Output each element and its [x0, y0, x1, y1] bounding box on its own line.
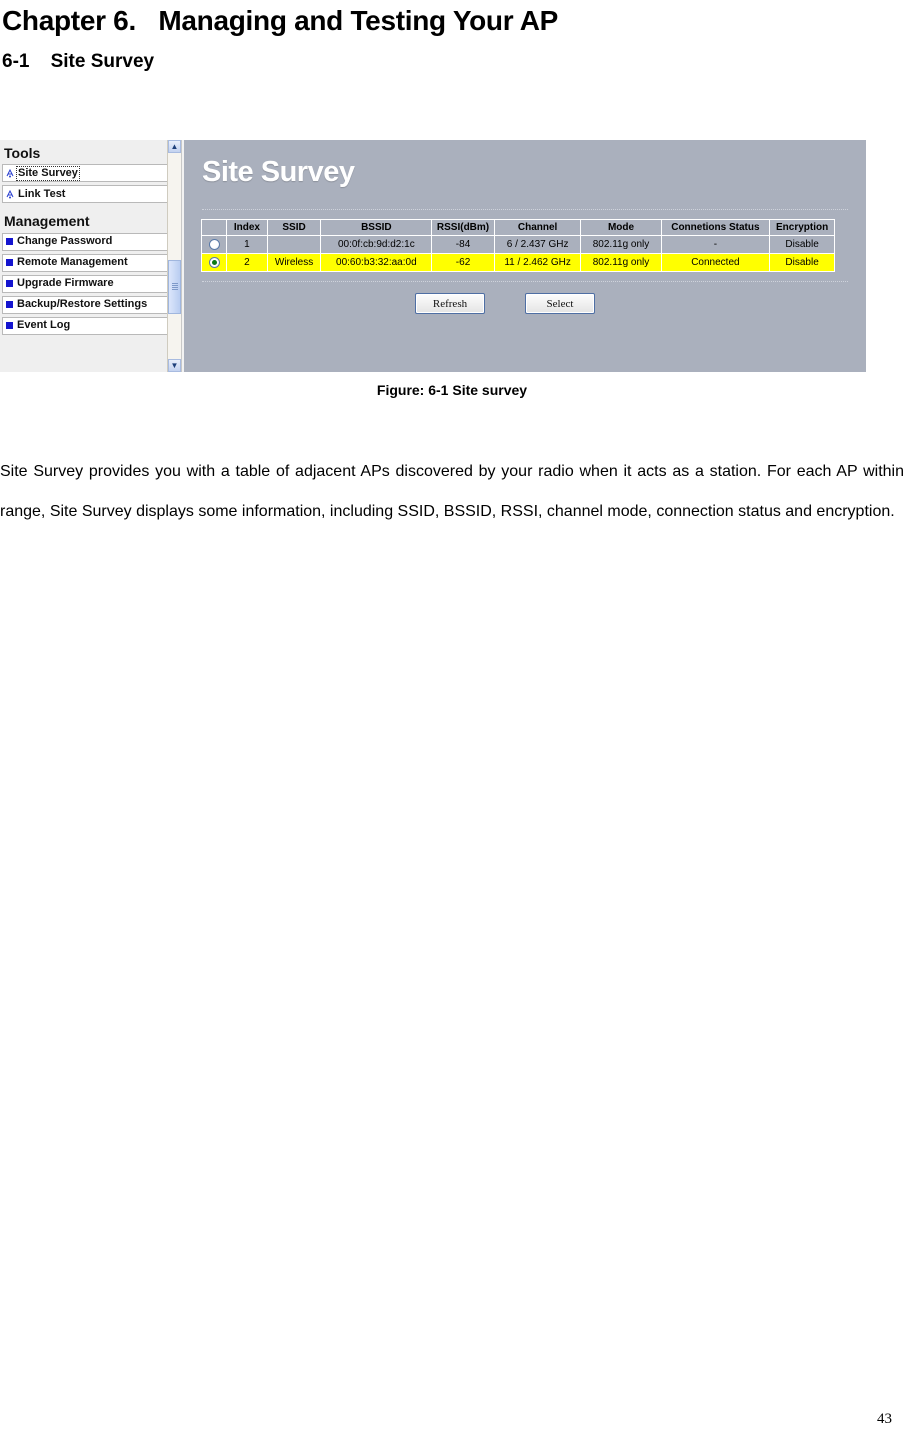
column-header-select [202, 220, 227, 235]
cell-mode: 802.11g only [581, 236, 661, 253]
sidebar-item-site-survey[interactable]: Site Survey [2, 164, 177, 183]
page-title: Site Survey [202, 156, 355, 188]
square-bullet-icon [6, 322, 13, 330]
select-button[interactable]: Select [525, 293, 595, 314]
app-window: Tools Site Survey Link Test Management C… [0, 140, 866, 372]
action-button-row: Refresh Select [200, 293, 850, 314]
cell-rssi: -84 [432, 236, 494, 253]
table-row[interactable]: 1 00:0f:cb:9d:d2:1c -84 6 / 2.437 GHz 80… [202, 236, 834, 253]
sidebar-item-label: Change Password [17, 235, 113, 248]
table-row[interactable]: 2 Wireless 00:60:b3:32:aa:0d -62 11 / 2.… [202, 254, 834, 271]
sidebar-item-remote-management[interactable]: Remote Management [2, 253, 177, 272]
cell-connection-status: Connected [661, 254, 770, 271]
square-bullet-icon [6, 238, 13, 246]
column-header-channel: Channel [494, 220, 581, 235]
refresh-button[interactable]: Refresh [415, 293, 485, 314]
cell-mode: 802.11g only [581, 254, 661, 271]
column-header-index: Index [227, 220, 267, 235]
column-header-mode: Mode [581, 220, 661, 235]
site-survey-table: Index SSID BSSID RSSI(dBm) Channel Mode … [201, 219, 835, 272]
sidebar-item-label: Remote Management [17, 256, 128, 269]
scroll-down-arrow-icon[interactable]: ▼ [168, 359, 181, 372]
column-header-rssi: RSSI(dBm) [432, 220, 494, 235]
cell-channel: 11 / 2.462 GHz [494, 254, 581, 271]
main-panel: Site Survey Index SSID BSSID RSSI(dBm) C [182, 140, 866, 372]
sidebar-group-title-management: Management [4, 213, 90, 230]
sidebar: Tools Site Survey Link Test Management C… [0, 140, 182, 372]
cell-channel: 6 / 2.437 GHz [494, 236, 581, 253]
sidebar-scrollbar[interactable]: ▲ ▼ [167, 140, 181, 372]
radio-button-ap-1[interactable] [208, 238, 220, 250]
column-header-encryption: Encryption [770, 220, 834, 235]
figure-caption: Figure: 6-1 Site survey [376, 382, 528, 398]
column-header-connections-status: Connetions Status [661, 220, 770, 235]
body-text: Site Survey provides you with a table of… [0, 452, 904, 532]
sidebar-item-change-password[interactable]: Change Password [2, 232, 177, 251]
cell-rssi: -62 [432, 254, 494, 271]
cell-encryption: Disable [770, 236, 834, 253]
chapter-title: Chapter 6. Managing and Testing Your AP [2, 5, 559, 36]
sidebar-content: Tools Site Survey Link Test Management C… [0, 140, 181, 335]
row-radio-cell[interactable] [202, 236, 227, 253]
cell-connection-status: - [661, 236, 770, 253]
row-radio-cell[interactable] [202, 254, 227, 271]
cell-bssid: 00:60:b3:32:aa:0d [321, 254, 432, 271]
cell-bssid: 00:0f:cb:9d:d2:1c [321, 236, 432, 253]
square-bullet-icon [6, 301, 13, 309]
cell-index: 2 [227, 254, 267, 271]
sidebar-item-label: Event Log [17, 319, 71, 332]
page-number: 43 [877, 1411, 892, 1427]
sidebar-item-event-log[interactable]: Event Log [2, 316, 177, 335]
sidebar-item-label: Link Test [18, 187, 66, 200]
sidebar-item-label: Site Survey [16, 165, 80, 181]
scroll-up-arrow-icon[interactable]: ▲ [168, 140, 181, 153]
sidebar-item-upgrade-firmware[interactable]: Upgrade Firmware [2, 274, 177, 293]
divider-above-table [202, 209, 848, 211]
sidebar-item-backup-restore-settings[interactable]: Backup/Restore Settings [2, 295, 177, 314]
cell-ssid [267, 236, 321, 253]
divider-below-table [202, 281, 848, 283]
sidebar-item-label: Upgrade Firmware [17, 277, 114, 290]
cell-ssid: Wireless [267, 254, 321, 271]
sidebar-group-title-tools: Tools [4, 145, 41, 161]
antenna-icon [6, 189, 15, 199]
scrollbar-thumb[interactable] [168, 260, 181, 314]
sidebar-item-label: Backup/Restore Settings [17, 298, 148, 311]
sidebar-item-link-test[interactable]: Link Test [2, 185, 177, 204]
figure-site-survey: Tools Site Survey Link Test Management C… [0, 140, 866, 372]
cell-encryption: Disable [770, 254, 834, 271]
section-title: 6-1 Site Survey [2, 50, 155, 72]
radio-button-ap-2[interactable] [208, 256, 220, 268]
cell-index: 1 [227, 236, 267, 253]
square-bullet-icon [6, 280, 13, 288]
square-bullet-icon [6, 259, 13, 267]
antenna-icon [6, 168, 15, 178]
body-paragraph: Site Survey provides you with a table of… [0, 463, 904, 520]
column-header-ssid: SSID [267, 220, 321, 235]
table-header-row: Index SSID BSSID RSSI(dBm) Channel Mode … [202, 220, 834, 235]
column-header-bssid: BSSID [321, 220, 432, 235]
